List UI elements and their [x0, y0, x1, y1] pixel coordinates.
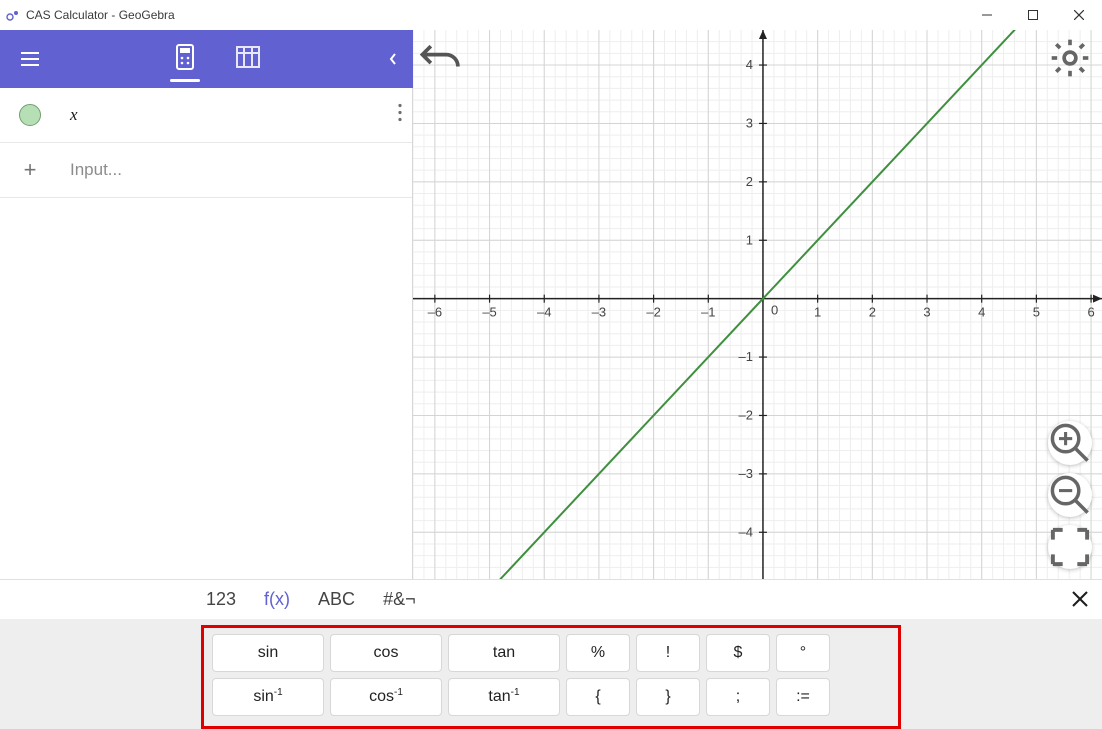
table-icon — [236, 46, 260, 73]
algebra-input-row[interactable]: + Input... — [0, 143, 412, 198]
home-zoom-button[interactable] — [1048, 525, 1092, 569]
keyboard-key-grid: sincostan%!$° sin-1cos-1tan-1{};:= — [201, 625, 901, 729]
svg-text:0: 0 — [771, 303, 778, 318]
svg-text:–1: –1 — [701, 305, 715, 320]
algebra-row[interactable]: x — [0, 88, 412, 143]
window-title: CAS Calculator - GeoGebra — [26, 8, 964, 22]
svg-text:5: 5 — [1033, 305, 1040, 320]
key-sin[interactable]: sin-1 — [212, 678, 324, 716]
undo-button[interactable] — [419, 36, 463, 80]
window-titlebar: CAS Calculator - GeoGebra — [0, 0, 1102, 30]
keyboard-tab-fx[interactable]: f(x) — [264, 589, 290, 610]
key-[interactable]: ; — [706, 678, 770, 716]
visibility-marble[interactable] — [19, 104, 41, 126]
plus-icon: + — [24, 157, 37, 183]
key-[interactable]: $ — [706, 634, 770, 672]
key-cos[interactable]: cos — [330, 634, 442, 672]
svg-text:–3: –3 — [592, 305, 606, 320]
window-close-button[interactable] — [1056, 0, 1102, 30]
key-tan[interactable]: tan-1 — [448, 678, 560, 716]
key-[interactable]: } — [636, 678, 700, 716]
view-table-tab[interactable] — [236, 30, 260, 88]
svg-text:–5: –5 — [482, 305, 496, 320]
row-more-button[interactable] — [398, 104, 402, 127]
algebra-expression[interactable]: x — [60, 105, 412, 125]
svg-text:–3: –3 — [738, 466, 752, 481]
collapse-left-button[interactable] — [373, 30, 413, 88]
graphics-canvas[interactable]: –6 –5 –4 –3 –2 –1 1 2 3 4 5 6 0 –4 –3 –2 –1 1 2 3 4 — [413, 30, 1102, 579]
svg-text:–4: –4 — [738, 524, 752, 539]
view-algebra-tab[interactable] — [174, 30, 196, 88]
svg-text:4: 4 — [746, 57, 753, 72]
zoom-in-button[interactable] — [1048, 421, 1092, 465]
keyboard-tab-abc[interactable]: ABC — [318, 589, 355, 610]
svg-text:2: 2 — [869, 305, 876, 320]
svg-text:–2: –2 — [646, 305, 660, 320]
graphics-view[interactable]: –6 –5 –4 –3 –2 –1 1 2 3 4 5 6 0 –4 –3 –2 –1 1 2 3 4 — [413, 30, 1102, 579]
window-maximize-button[interactable] — [1010, 0, 1056, 30]
keyboard-tabs: 123 f(x) ABC #&¬ — [0, 580, 1102, 619]
svg-text:3: 3 — [923, 305, 930, 320]
key-[interactable]: ! — [636, 634, 700, 672]
window-minimize-button[interactable] — [964, 0, 1010, 30]
svg-text:–6: –6 — [428, 305, 442, 320]
keyboard-close-button[interactable] — [1072, 587, 1088, 613]
window-controls — [964, 0, 1102, 30]
zoom-out-button[interactable] — [1048, 473, 1092, 517]
menu-button[interactable] — [0, 30, 60, 88]
svg-text:6: 6 — [1087, 305, 1094, 320]
svg-text:–4: –4 — [537, 305, 551, 320]
virtual-keyboard: 123 f(x) ABC #&¬ sincostan%!$° sin-1cos-1… — [0, 579, 1102, 729]
svg-text:–1: –1 — [738, 349, 752, 364]
left-toolbar — [0, 30, 413, 88]
key-[interactable]: := — [776, 678, 830, 716]
keyboard-tab-123[interactable]: 123 — [206, 589, 236, 610]
key-[interactable]: % — [566, 634, 630, 672]
key-cos[interactable]: cos-1 — [330, 678, 442, 716]
calculator-icon — [174, 44, 196, 75]
graphics-settings-button[interactable] — [1048, 36, 1092, 80]
svg-text:1: 1 — [746, 232, 753, 247]
svg-text:3: 3 — [746, 115, 753, 130]
svg-text:2: 2 — [746, 174, 753, 189]
svg-text:1: 1 — [814, 305, 821, 320]
key-[interactable]: ° — [776, 634, 830, 672]
key-[interactable]: { — [566, 678, 630, 716]
svg-text:–2: –2 — [738, 407, 752, 422]
keyboard-tab-sym[interactable]: #&¬ — [383, 589, 416, 610]
key-tan[interactable]: tan — [448, 634, 560, 672]
key-sin[interactable]: sin — [212, 634, 324, 672]
algebra-input[interactable]: Input... — [60, 160, 412, 180]
svg-text:4: 4 — [978, 305, 985, 320]
app-icon — [6, 8, 20, 22]
